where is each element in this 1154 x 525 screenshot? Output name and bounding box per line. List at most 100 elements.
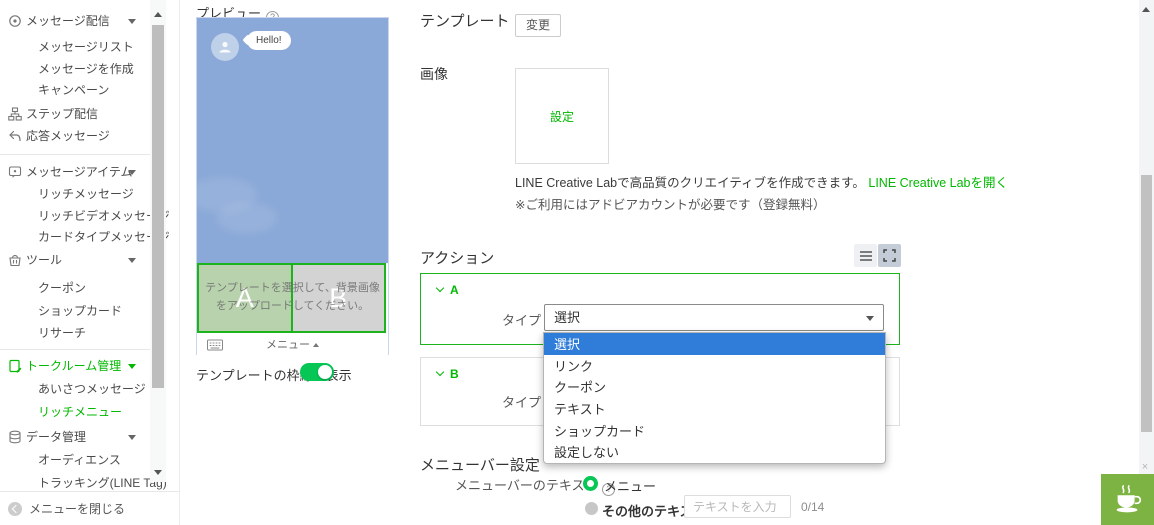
sidebar-item-message-items[interactable]: メッセージアイテム: [0, 162, 150, 182]
sidebar-item-label: オーディエンス: [38, 450, 121, 470]
sidebar-item-audience[interactable]: オーディエンス: [0, 450, 150, 470]
sidebar-divider: [0, 349, 150, 350]
image-set-link[interactable]: 設定: [550, 108, 574, 125]
sidebar-item-label: トラッキング(LINE Tag): [38, 473, 167, 493]
chat-bubble: Hello!: [247, 31, 291, 50]
sidebar-item-label: リッチメッセージ: [38, 184, 134, 204]
sidebar-footer-divider: [0, 491, 180, 492]
sidebar-scroll-up-icon[interactable]: [154, 12, 162, 17]
dropdown-option[interactable]: クーポン: [544, 376, 885, 398]
sidebar-item-label: あいさつメッセージ: [38, 379, 146, 399]
sidebar-item-rich-video-message[interactable]: リッチビデオメッセージ: [0, 206, 150, 226]
sidebar-item-campaign[interactable]: キャンペーン: [0, 80, 150, 100]
sidebar-item-label: クーポン: [38, 278, 86, 298]
database-icon: [8, 430, 24, 444]
type-label: タイプ: [502, 310, 541, 329]
collapse-circle-icon: [8, 502, 22, 516]
sidebar-item-label: キャンペーン: [38, 80, 109, 100]
sidebar-item-coupon[interactable]: クーポン: [0, 278, 150, 298]
expand-icon: [883, 249, 896, 262]
creative-lab-link[interactable]: LINE Creative Labを開く: [868, 176, 1008, 190]
radio-menu-label[interactable]: メニュー: [604, 476, 656, 495]
chat-preview-area: Hello!: [197, 18, 388, 263]
sidebar-item-label: データ管理: [26, 427, 86, 447]
basket-icon: [8, 253, 24, 267]
menubar-settings-label: メニューバー設定: [420, 454, 540, 475]
list-icon: [859, 250, 873, 262]
sidebar-scrollbar-thumb[interactable]: [152, 25, 164, 388]
sidebar: メッセージ配信 メッセージリスト メッセージを作成 キャンペーン ステップ配信 …: [0, 0, 180, 525]
collapse-menu-button[interactable]: メニューを閉じる: [8, 500, 125, 516]
panel-b-header[interactable]: B: [437, 367, 459, 381]
reply-icon: [8, 129, 24, 143]
richmenu-cell-a[interactable]: A: [197, 263, 293, 333]
cloud-shape: [217, 203, 277, 233]
sidebar-item-step-broadcast[interactable]: ステップ配信: [0, 104, 150, 124]
sidebar-item-card-type-message[interactable]: カードタイプメッセージ: [0, 227, 150, 247]
coffee-cup-icon: [1111, 483, 1145, 517]
avatar: [211, 33, 239, 61]
image-upload-box[interactable]: 設定: [515, 68, 609, 164]
close-icon[interactable]: ×: [1138, 460, 1152, 474]
sidebar-item-label: リッチメニュー: [38, 402, 122, 422]
creative-lab-note: ※ご利用にはアドビアカウントが必要です（登録無料）: [515, 194, 825, 213]
chevron-down-icon: [128, 364, 136, 369]
radio-other-text[interactable]: [585, 502, 598, 515]
sidebar-item-rich-menu[interactable]: リッチメニュー: [0, 402, 150, 422]
collapse-menu-label: メニューを閉じる: [29, 502, 125, 516]
sidebar-item-message-broadcast[interactable]: メッセージ配信: [0, 11, 150, 31]
action-section-label: アクション: [420, 247, 494, 268]
sidebar-scroll-down-icon[interactable]: [154, 470, 162, 475]
sidebar-item-label: メッセージを作成: [38, 59, 134, 79]
person-icon: [217, 39, 233, 55]
type-select-a[interactable]: 選択: [544, 304, 884, 331]
sidebar-item-label: リサーチ: [38, 323, 86, 343]
sidebar-item-message-list[interactable]: メッセージリスト: [0, 37, 150, 57]
panel-b-title: B: [450, 367, 459, 381]
sidebar-item-greeting-message[interactable]: あいさつメッセージ: [0, 379, 150, 399]
cell-a-label: A: [236, 283, 254, 314]
sidebar-item-auto-reply[interactable]: 応答メッセージ: [0, 126, 150, 146]
preview-menubar: メニュー: [197, 333, 388, 355]
toggle-knob: [318, 365, 332, 379]
support-widget[interactable]: [1101, 474, 1154, 525]
document-pencil-icon: [8, 359, 24, 373]
sidebar-item-label: メッセージ配信: [26, 11, 110, 31]
type-select-a-value: 選択: [554, 310, 580, 325]
template-border-toggle[interactable]: [300, 363, 334, 381]
creative-lab-text: LINE Creative Labで高品質のクリエイティブを作成できます。 LI…: [515, 172, 1008, 191]
sidebar-item-label: ショップカード: [38, 301, 122, 321]
richmenu-preview: A B テンプレートを選択して、背景画像をアップロードしてください。: [197, 263, 388, 333]
line-oa-manager-screen: メッセージ配信 メッセージリスト メッセージを作成 キャンペーン ステップ配信 …: [0, 0, 1154, 525]
sidebar-item-shop-card[interactable]: ショップカード: [0, 301, 150, 321]
expand-view-button[interactable]: [878, 244, 901, 267]
dropdown-option[interactable]: ショップカード: [544, 419, 885, 441]
sidebar-item-label: ステップ配信: [26, 104, 98, 124]
richmenu-cell-b[interactable]: B: [291, 263, 387, 333]
main-scrollbar-thumb[interactable]: [1141, 175, 1152, 432]
sidebar-item-talkroom-management[interactable]: トークルーム管理: [0, 356, 150, 376]
dropdown-option[interactable]: 選択: [544, 333, 885, 355]
other-text-input[interactable]: [684, 495, 791, 518]
main-scroll-up-icon[interactable]: [1142, 7, 1150, 12]
sidebar-item-data-management[interactable]: データ管理: [0, 427, 150, 447]
list-view-button[interactable]: [854, 244, 877, 267]
chevron-down-icon: [128, 258, 136, 263]
type-dropdown: 選択 リンク クーポン テキスト ショップカード 設定しない: [543, 332, 886, 464]
sidebar-item-research[interactable]: リサーチ: [0, 323, 150, 343]
char-counter: 0/14: [801, 500, 824, 514]
sidebar-item-tools[interactable]: ツール: [0, 250, 150, 270]
dropdown-option[interactable]: リンク: [544, 355, 885, 377]
phone-preview: Hello! A B テンプレートを選択して、背景画像をアップロードしてください…: [196, 17, 389, 355]
keyboard-icon: [207, 338, 223, 356]
dropdown-option[interactable]: テキスト: [544, 398, 885, 420]
sidebar-item-tracking[interactable]: トラッキング(LINE Tag): [0, 473, 150, 493]
sidebar-item-create-message[interactable]: メッセージを作成: [0, 59, 150, 79]
panel-a-header[interactable]: A: [437, 283, 459, 297]
sidebar-item-rich-message[interactable]: リッチメッセージ: [0, 184, 150, 204]
message-item-icon: [8, 165, 24, 179]
dropdown-option[interactable]: 設定しない: [544, 441, 885, 463]
chevron-down-icon: [128, 170, 136, 175]
radio-menu[interactable]: [583, 476, 598, 491]
change-template-button[interactable]: 変更: [515, 14, 561, 37]
